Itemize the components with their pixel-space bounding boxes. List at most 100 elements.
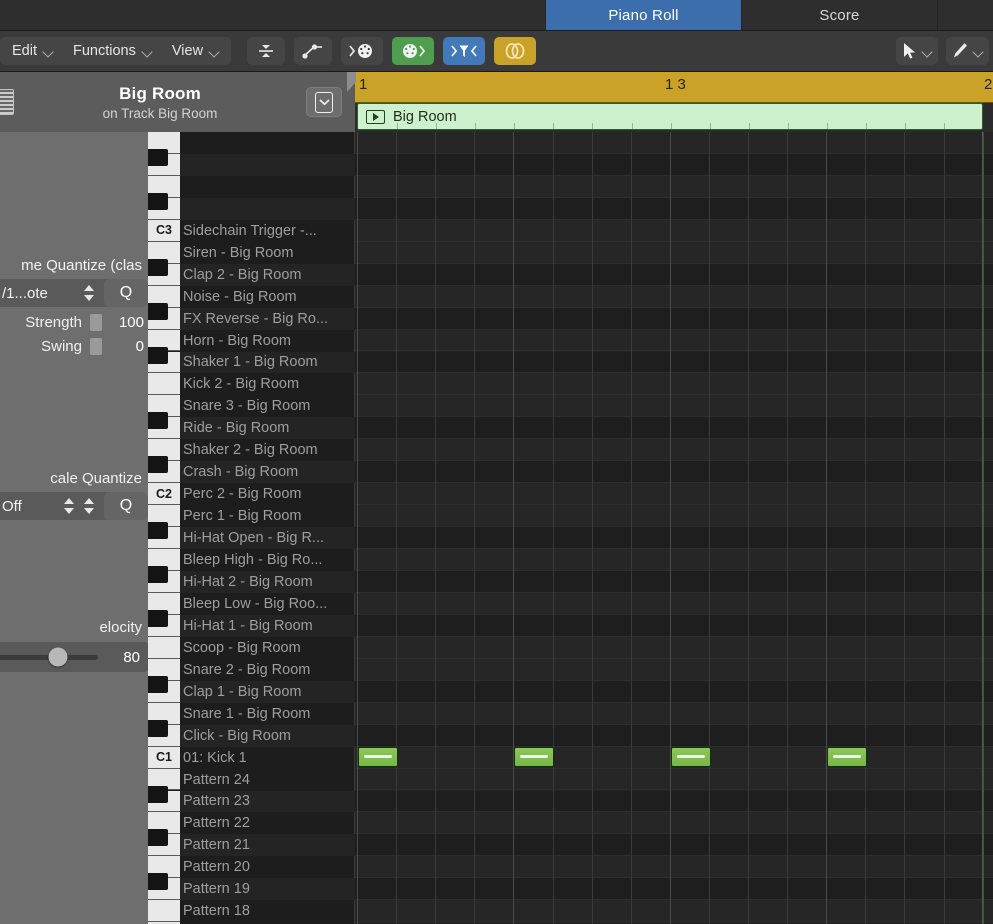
key-fx-reverse[interactable]: FX Reverse - Big Ro... <box>148 302 355 330</box>
piano-key[interactable]: C1 <box>148 746 180 769</box>
velocity-slider-row[interactable]: 80 <box>0 642 150 672</box>
piano-key[interactable] <box>148 148 180 176</box>
piano-key[interactable] <box>148 609 180 637</box>
midi-in-button[interactable] <box>341 37 384 65</box>
key-hihat-open[interactable]: Hi-Hat Open - Big R... <box>148 522 355 550</box>
key-scoop[interactable]: Scoop - Big Room <box>148 636 355 659</box>
piano-key[interactable] <box>148 192 180 220</box>
key-c3[interactable]: C3 Sidechain Trigger -... <box>148 219 355 242</box>
grid-row[interactable] <box>355 241 993 264</box>
key-perc1[interactable]: Perc 1 - Big Room <box>148 505 355 528</box>
key-kick2[interactable]: Kick 2 - Big Room <box>148 373 355 396</box>
grid-row[interactable] <box>355 373 993 396</box>
key-pattern-21[interactable]: Pattern 21 <box>148 829 355 857</box>
note-name-list[interactable]: C3 Sidechain Trigger -... Siren - Big Room… <box>148 132 355 924</box>
grid-row[interactable] <box>355 702 993 725</box>
grid-row[interactable] <box>355 834 993 857</box>
note-kick1-4[interactable] <box>827 747 867 768</box>
piano-key[interactable] <box>148 785 180 813</box>
piano-key[interactable] <box>148 636 180 659</box>
key-snare3[interactable]: Snare 3 - Big Room <box>148 395 355 418</box>
time-quantize-field[interactable]: /1...ote Q <box>0 279 148 307</box>
key-pattern-22[interactable]: Pattern 22 <box>148 812 355 835</box>
playhead-icon[interactable] <box>347 72 356 92</box>
grid-row[interactable] <box>355 505 993 528</box>
key-ride[interactable]: Ride - Big Room <box>148 412 355 440</box>
swing-slider[interactable] <box>90 338 102 355</box>
key-row-2[interactable] <box>148 175 355 198</box>
note-kick1-3[interactable] <box>671 747 711 768</box>
grid-row[interactable] <box>355 812 993 835</box>
grid-row[interactable] <box>355 153 993 176</box>
tab-piano-roll[interactable]: Piano Roll <box>546 0 742 30</box>
key-pattern-20[interactable]: Pattern 20 <box>148 856 355 879</box>
menu-edit[interactable]: Edit <box>2 38 63 64</box>
note-kick1-1[interactable] <box>358 747 398 768</box>
piano-key[interactable]: C2 <box>148 483 180 506</box>
key-pattern-24[interactable]: Pattern 24 <box>148 768 355 791</box>
grid-row[interactable] <box>355 175 993 198</box>
key-pattern-18[interactable]: Pattern 18 <box>148 900 355 923</box>
piano-key[interactable] <box>148 456 180 484</box>
key-snare1[interactable]: Snare 1 - Big Room <box>148 702 355 725</box>
grid-row[interactable] <box>355 636 993 659</box>
key-clap1[interactable]: Clap 1 - Big Room <box>148 675 355 703</box>
grid-row[interactable] <box>355 856 993 879</box>
region-options-button[interactable] <box>306 87 342 117</box>
stepper-icon[interactable] <box>81 283 97 303</box>
grid-row[interactable] <box>355 329 993 352</box>
key-c2[interactable]: C2 Perc 2 - Big Room <box>148 483 355 506</box>
grid-row[interactable] <box>355 768 993 791</box>
key-row-3[interactable] <box>148 192 355 220</box>
grid-row[interactable] <box>355 592 993 615</box>
grid-row[interactable] <box>355 658 993 681</box>
key-c1[interactable]: C1 01: Kick 1 <box>148 746 355 769</box>
grid-row[interactable] <box>355 263 993 286</box>
menu-view[interactable]: View <box>162 38 229 64</box>
piano-key[interactable] <box>148 373 180 396</box>
grid-row[interactable] <box>355 461 993 484</box>
key-noise[interactable]: Noise - Big Room <box>148 285 355 308</box>
grid-row[interactable] <box>355 132 993 154</box>
piano-key[interactable] <box>148 258 180 286</box>
scale-quantize-q-button[interactable]: Q <box>104 492 148 520</box>
piano-key[interactable] <box>148 346 180 374</box>
grid-row[interactable] <box>355 549 993 571</box>
piano-key[interactable] <box>148 719 180 747</box>
strength-row[interactable]: Strength 100 <box>0 314 148 331</box>
pointer-tool[interactable] <box>896 37 938 65</box>
grid-row[interactable] <box>355 219 993 242</box>
key-shaker1[interactable]: Shaker 1 - Big Room <box>148 346 355 374</box>
piano-key[interactable] <box>148 566 180 593</box>
grid-row[interactable] <box>355 351 993 374</box>
grid-row[interactable] <box>355 878 993 901</box>
velocity-slider-knob[interactable] <box>48 647 68 667</box>
scale-quantize-field[interactable]: Off Q <box>0 492 148 520</box>
grid-row[interactable] <box>355 285 993 308</box>
piano-key[interactable] <box>148 900 180 923</box>
menu-functions[interactable]: Functions <box>63 38 162 64</box>
key-crash[interactable]: Crash - Big Room <box>148 456 355 484</box>
bar-ruler[interactable]: 1 1 3 2 <box>347 72 993 103</box>
key-horn[interactable]: Horn - Big Room <box>148 329 355 352</box>
grid-row[interactable] <box>355 571 993 593</box>
grid-row[interactable] <box>355 483 993 506</box>
note-kick1-2[interactable] <box>514 747 554 768</box>
grid-row[interactable] <box>355 307 993 330</box>
key-pattern-23[interactable]: Pattern 23 <box>148 785 355 813</box>
key-bleep-high[interactable]: Bleep High - Big Ro... <box>148 549 355 571</box>
key-hihat1[interactable]: Hi-Hat 1 - Big Room <box>148 609 355 637</box>
stepper-icon[interactable] <box>61 496 77 516</box>
piano-roll-grid[interactable] <box>355 132 993 924</box>
key-pattern-19[interactable]: Pattern 19 <box>148 873 355 901</box>
piano-key[interactable] <box>148 302 180 330</box>
pencil-tool[interactable] <box>946 37 989 65</box>
link-button[interactable] <box>494 37 537 65</box>
key-clap2[interactable]: Clap 2 - Big Room <box>148 258 355 286</box>
key-click[interactable]: Click - Big Room <box>148 719 355 747</box>
grid-row[interactable] <box>355 527 993 550</box>
key-siren[interactable]: Siren - Big Room <box>148 241 355 264</box>
region-bar[interactable]: Big Room <box>357 103 983 130</box>
grid-row[interactable] <box>355 900 993 923</box>
grid-row[interactable] <box>355 680 993 703</box>
